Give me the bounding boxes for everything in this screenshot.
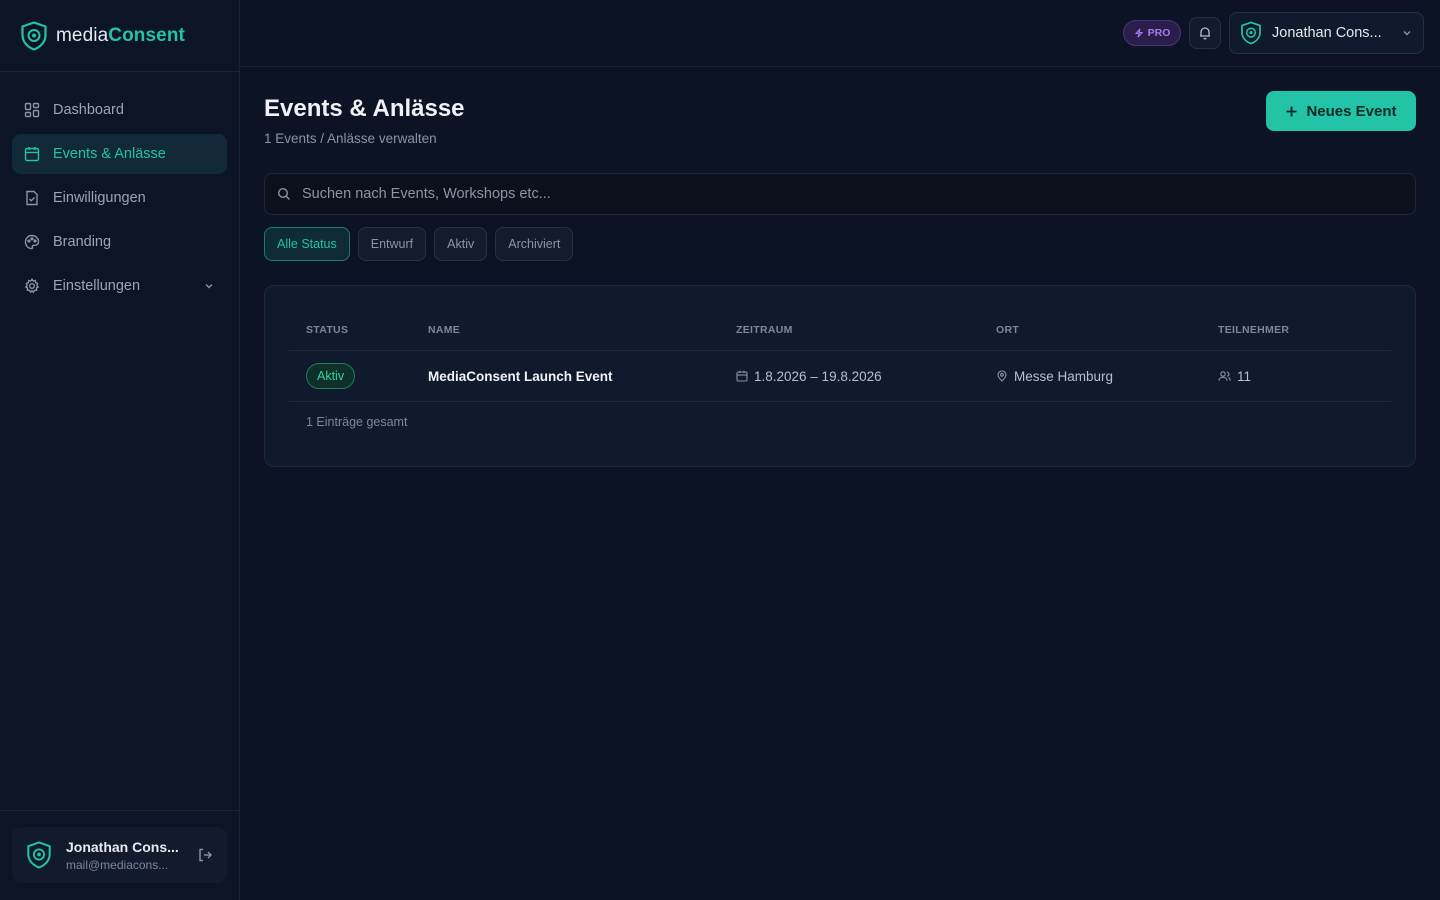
notifications-button[interactable] [1189,17,1221,49]
participants-count: 11 [1237,368,1252,384]
pro-label: PRO [1147,27,1171,39]
page-title: Events & Anlässe [264,95,465,122]
column-header-location[interactable]: ORT [996,324,1019,336]
sidebar: mediaConsent Dashboard Events & Anlässe … [0,0,240,900]
users-icon [1218,371,1231,381]
bell-icon [1200,27,1210,40]
sidebar-item-events[interactable]: Events & Anlässe [12,134,227,174]
filter-draft[interactable]: Entwurf [357,227,427,261]
new-event-label: Neues Event [1306,102,1397,120]
user-meta: Jonathan Cons... mail@mediacons... [66,839,183,872]
brand-name: mediaConsent [56,25,185,47]
brand-name-part2: Consent [108,24,185,46]
brand-logo[interactable]: mediaConsent [0,0,239,72]
sidebar-item-label: Einstellungen [53,278,141,294]
sidebar-item-label: Einwilligungen [53,190,146,206]
filter-active[interactable]: Aktiv [434,227,488,261]
topbar: PRO Jonathan Cons... [240,0,1440,67]
map-pin-icon [997,370,1007,382]
status-filters: Alle Status Entwurf Aktiv Archiviert [264,227,574,261]
sidebar-nav: Dashboard Events & Anlässe Einwilligunge… [0,72,239,306]
status-badge: Aktiv [306,363,356,389]
period-cell: 1.8.2026 – 19.8.2026 [736,351,882,401]
search-input[interactable] [302,186,1415,202]
period-text: 1.8.2026 – 19.8.2026 [754,368,882,384]
logout-icon[interactable] [197,847,213,863]
brand-name-part1: media [56,24,109,46]
table-header: STATUS NAME ZEITRAUM ORT TEILNEHMER [289,286,1391,351]
chevron-down-icon [1403,31,1411,36]
new-event-button[interactable]: Neues Event [1266,91,1416,131]
gear-icon [24,278,40,294]
status-cell: Aktiv [306,351,356,389]
sidebar-item-consents[interactable]: Einwilligungen [12,178,227,218]
page-subtitle: 1 Events / Anlässe verwalten [264,131,437,146]
filter-archived[interactable]: Archiviert [495,227,574,261]
plus-icon [1286,106,1297,116]
table-total: 1 Einträge gesamt [306,415,408,429]
sidebar-item-label: Dashboard [53,102,124,118]
search-icon [277,187,290,200]
sidebar-item-branding[interactable]: Branding [12,222,227,262]
account-shield-icon [1241,21,1261,45]
location-text: Messe Hamburg [1014,368,1114,384]
account-name: Jonathan Cons... [1272,25,1382,41]
sidebar-item-label: Branding [53,234,112,250]
column-header-status[interactable]: STATUS [306,324,348,336]
sidebar-item-dashboard[interactable]: Dashboard [12,90,227,130]
column-header-name[interactable]: NAME [428,324,460,336]
dashboard-icon [24,102,40,118]
calendar-icon [24,147,40,162]
shield-logo-icon [21,20,47,51]
account-menu-button[interactable]: Jonathan Cons... [1229,12,1424,54]
document-check-icon [26,190,38,206]
lightning-icon [1134,28,1143,38]
participants-cell: 11 [1218,351,1251,401]
events-table-card: STATUS NAME ZEITRAUM ORT TEILNEHMER Akti… [264,285,1416,467]
palette-icon [24,234,40,250]
user-card[interactable]: Jonathan Cons... mail@mediacons... [12,827,227,883]
column-header-period[interactable]: ZEITRAUM [736,324,793,336]
user-email: mail@mediacons... [66,857,169,872]
sidebar-item-label: Events & Anlässe [53,146,166,162]
calendar-icon [736,370,748,382]
avatar-shield-icon [27,841,51,869]
sidebar-item-settings[interactable]: Einstellungen [12,266,227,306]
sidebar-footer: Jonathan Cons... mail@mediacons... [0,810,239,900]
column-header-participants[interactable]: TEILNEHMER [1218,324,1289,336]
event-name[interactable]: MediaConsent Launch Event [428,351,613,401]
search-bar [264,173,1416,215]
table-row[interactable]: Aktiv MediaConsent Launch Event 1.8.2026… [289,351,1391,402]
chevron-down-icon [205,284,213,289]
user-name: Jonathan Cons... [66,838,179,855]
filter-all-status[interactable]: Alle Status [264,227,350,261]
pro-badge[interactable]: PRO [1123,20,1181,46]
location-cell: Messe Hamburg [996,351,1113,401]
